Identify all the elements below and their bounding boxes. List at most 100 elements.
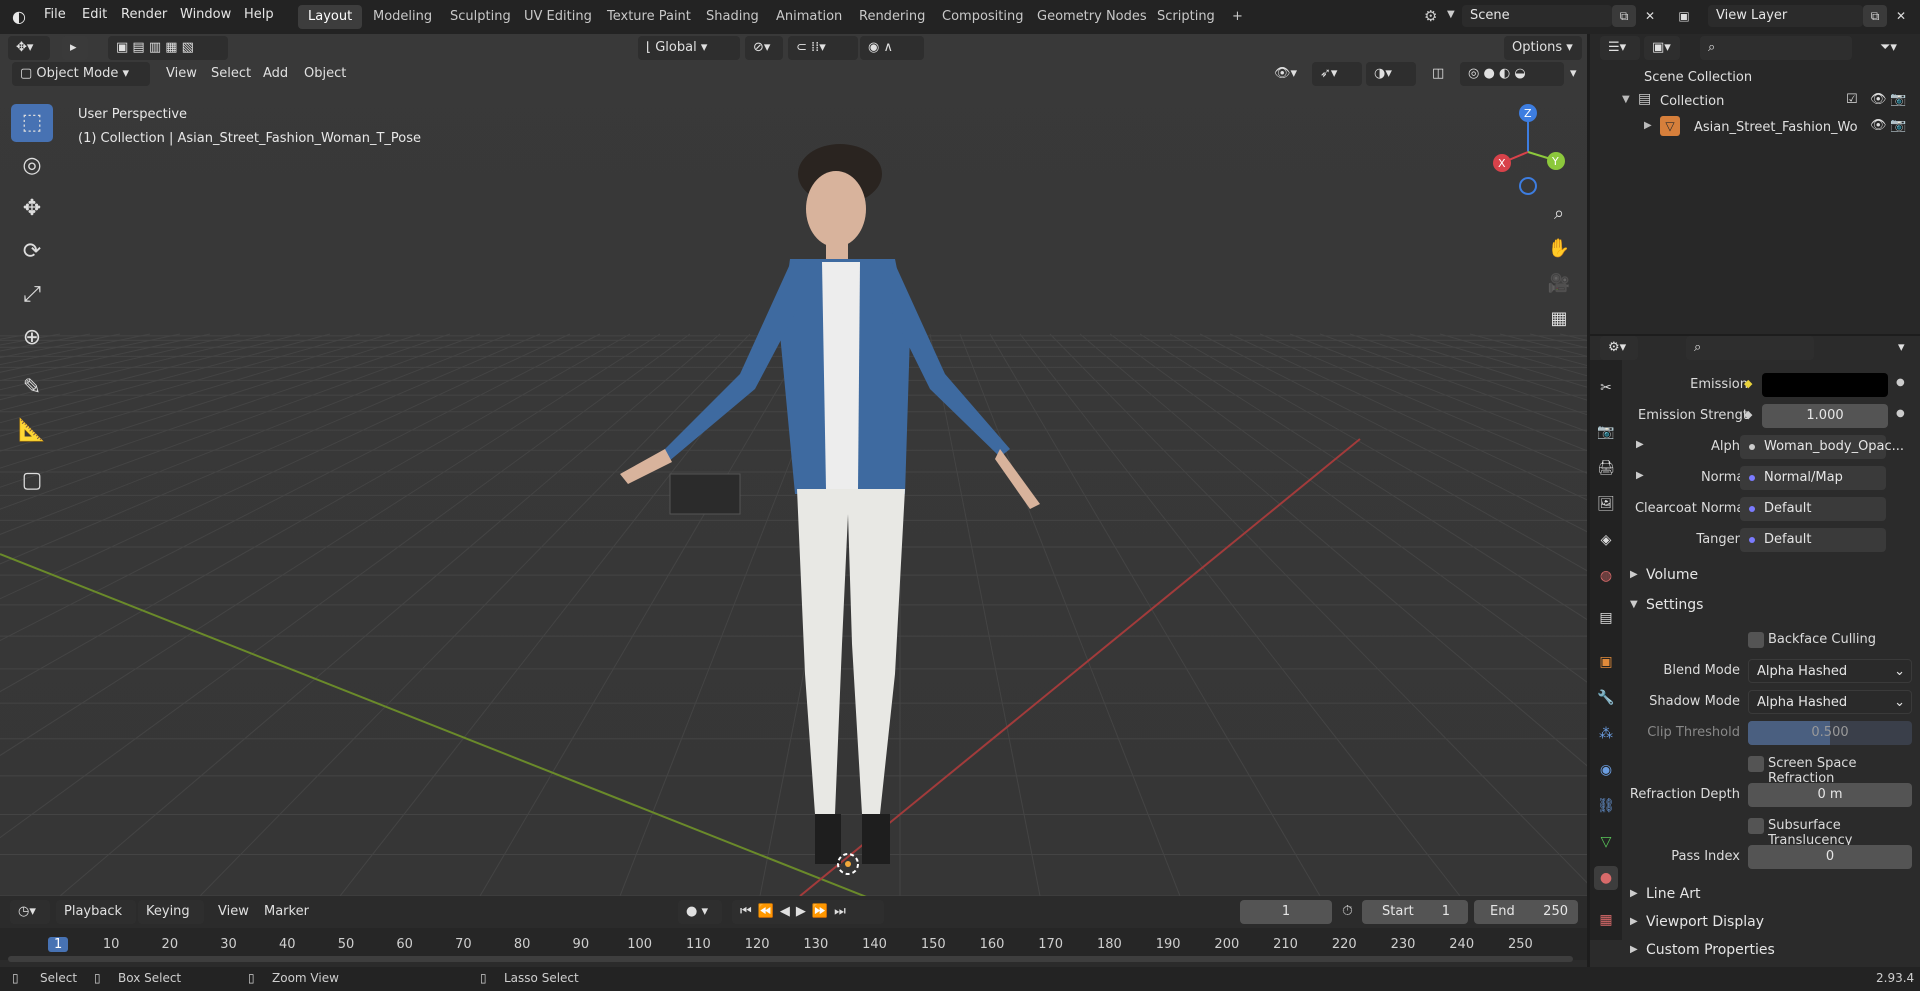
eye-icon[interactable]: 👁 — [1870, 118, 1887, 133]
camera-icon[interactable]: 📷 — [1890, 92, 1906, 107]
pass-index-field[interactable]: 0 — [1748, 845, 1912, 869]
tab-shading[interactable]: Shading — [696, 5, 769, 29]
options-dropdown[interactable]: Options ▾ — [1504, 36, 1582, 60]
pivot-icon[interactable]: ⊘▾ — [745, 36, 783, 60]
overlays-icon[interactable]: ◑▾ — [1366, 62, 1416, 86]
proportional-edit-icon[interactable]: ◉ ∧ — [860, 36, 924, 60]
clearcoat-normal-input[interactable]: Default — [1740, 497, 1886, 521]
menu-select[interactable]: Select — [203, 62, 259, 86]
backface-culling-checkbox[interactable] — [1748, 632, 1764, 648]
close-icon[interactable]: ✕ — [1638, 5, 1662, 27]
select-box-tool-icon[interactable]: ⬚ — [11, 104, 53, 142]
modifier-tab-icon[interactable]: 🔧 — [1594, 686, 1618, 710]
menu-edit[interactable]: Edit — [82, 7, 107, 22]
playback-menu[interactable]: Playback ▾ — [56, 900, 136, 943]
animate-dot-icon[interactable]: ● — [1896, 408, 1905, 419]
navigation-gizmo[interactable]: Z Y X — [1480, 100, 1580, 200]
scene-icon[interactable]: ⚙ — [1424, 7, 1437, 25]
material-tab-icon[interactable]: ● — [1594, 866, 1618, 890]
tab-texture-paint[interactable]: Texture Paint — [597, 5, 701, 29]
shadow-mode-dropdown[interactable]: Alpha Hashed ⌄ — [1748, 690, 1912, 714]
measure-tool-icon[interactable]: 📐 — [11, 412, 53, 450]
transform-orientation-dropdown[interactable]: ⌊ Global ▾ — [638, 36, 740, 60]
snap-icon[interactable]: ⊂ ⁞⁞▾ — [788, 36, 858, 60]
emission-color-swatch[interactable] — [1762, 373, 1888, 397]
view-layer-tab-icon[interactable]: 🖼 — [1594, 492, 1618, 516]
view-layer-field[interactable]: View Layer — [1708, 5, 1863, 27]
camera-view-icon[interactable]: 🎥 — [1543, 268, 1575, 300]
new-view-layer-icon[interactable]: ⧉ — [1863, 5, 1887, 27]
animate-dot-icon[interactable]: ● — [1896, 377, 1905, 388]
expand-arrow-icon[interactable]: ▶ — [1630, 944, 1638, 955]
chevron-down-icon[interactable]: ▾ — [1890, 336, 1914, 360]
output-tab-icon[interactable]: 🖨 — [1594, 456, 1618, 480]
properties-editor-icon[interactable]: ⚙▾ — [1600, 336, 1638, 360]
keyframe-dot-icon[interactable]: ◆ — [1744, 377, 1752, 390]
filter-icon[interactable]: ⏷▾ — [1872, 36, 1912, 60]
menu-render[interactable]: Render — [121, 7, 167, 22]
collapse-arrow-icon[interactable]: ▼ — [1630, 599, 1638, 610]
current-frame-field[interactable]: 1 — [1240, 900, 1332, 924]
camera-icon[interactable]: 📷 — [1890, 118, 1906, 133]
alpha-input[interactable]: Woman_body_Opac... — [1740, 435, 1904, 459]
keyframe-dot-icon[interactable]: ◆ — [1744, 408, 1752, 421]
expand-arrow-icon[interactable]: ▶ — [1630, 888, 1638, 899]
tab-layout[interactable]: Layout — [298, 5, 363, 29]
settings-section-header[interactable]: Settings — [1646, 597, 1703, 613]
tab-animation[interactable]: Animation — [766, 5, 852, 29]
tab-uv-editing[interactable]: UV Editing — [514, 5, 602, 29]
ssr-checkbox[interactable] — [1748, 756, 1764, 772]
timeline-scrollbar[interactable] — [8, 956, 1573, 962]
close-icon[interactable]: ✕ — [1889, 5, 1913, 27]
editor-type-icon[interactable]: ✥▾ — [8, 36, 50, 60]
selection-mode-icons[interactable]: ▣ ▤ ▥ ▦ ▧ — [108, 36, 228, 60]
expand-arrow-icon[interactable]: ▼ — [1622, 94, 1630, 105]
rotate-tool-icon[interactable]: ⟳ — [11, 233, 53, 271]
playback-controls[interactable]: ⏮⏪◀▶⏩⏭ — [732, 900, 884, 924]
outliner-search-input[interactable]: ⌕ — [1700, 36, 1852, 60]
keying-menu[interactable]: Keying ▾ — [138, 900, 204, 943]
timeline-view-menu[interactable]: View — [210, 900, 257, 924]
tangent-input[interactable]: Default — [1740, 528, 1886, 552]
xray-icon[interactable]: ◫ — [1424, 62, 1454, 86]
tweak-tool-icon[interactable]: ▸ — [62, 36, 88, 60]
shading-mode-icons[interactable]: ◎ ● ◐ ◒ — [1460, 62, 1564, 86]
annotate-tool-icon[interactable]: ✎ — [11, 369, 53, 407]
constraints-tab-icon[interactable]: ⛓ — [1594, 794, 1618, 818]
normal-input[interactable]: Normal/Map — [1740, 466, 1886, 490]
particles-tab-icon[interactable]: ⁂ — [1594, 722, 1618, 746]
object-tab-icon[interactable]: ▣ — [1594, 650, 1618, 674]
menu-file[interactable]: File — [44, 7, 66, 22]
record-icon[interactable]: ● ▾ — [678, 900, 722, 924]
menu-help[interactable]: Help — [244, 7, 274, 22]
scene-tab-icon[interactable]: ◈ — [1594, 528, 1618, 552]
gizmo-toggle-icon[interactable]: ➶▾ — [1312, 62, 1362, 86]
data-tab-icon[interactable]: ▽ — [1594, 830, 1618, 854]
expand-arrow-icon[interactable]: ▶ — [1630, 569, 1638, 580]
blend-mode-dropdown[interactable]: Alpha Hashed ⌄ — [1748, 659, 1912, 683]
chevron-down-icon[interactable]: ▼ — [1447, 9, 1455, 20]
properties-search-input[interactable]: ⌕ — [1686, 336, 1814, 360]
scene-collection-label[interactable]: Scene Collection — [1644, 70, 1752, 85]
visibility-icon[interactable]: 👁▾ — [1266, 62, 1306, 86]
texture-tab-icon[interactable]: ▦ — [1594, 908, 1618, 932]
physics-tab-icon[interactable]: ◉ — [1594, 758, 1618, 782]
tab-scripting[interactable]: Scripting — [1147, 5, 1225, 29]
custom-properties-section-header[interactable]: Custom Properties — [1646, 942, 1775, 958]
end-frame-field[interactable]: End 250 — [1474, 900, 1578, 924]
refraction-depth-field[interactable]: 0 m — [1748, 783, 1912, 807]
timeline-editor-icon[interactable]: ◷▾ — [10, 900, 50, 924]
marker-menu[interactable]: Marker — [256, 900, 317, 924]
scale-tool-icon[interactable]: ⤢ — [11, 276, 53, 314]
scene-field[interactable]: Scene — [1462, 5, 1612, 27]
expand-arrow-icon[interactable]: ▶ — [1644, 120, 1652, 131]
collection-tab-icon[interactable]: ▤ — [1594, 606, 1618, 630]
tab-compositing[interactable]: Compositing — [932, 5, 1034, 29]
start-frame-field[interactable]: Start 1 — [1362, 900, 1468, 924]
tool-tab-icon[interactable]: ✂ — [1594, 376, 1618, 400]
pan-hand-icon[interactable]: ✋ — [1543, 233, 1575, 265]
subsurface-translucency-checkbox[interactable] — [1748, 818, 1764, 834]
emission-strength-field[interactable]: 1.000 — [1762, 404, 1888, 428]
checkbox-icon[interactable]: ☑ — [1846, 92, 1858, 107]
clip-threshold-field[interactable]: 0.500 — [1748, 721, 1912, 745]
